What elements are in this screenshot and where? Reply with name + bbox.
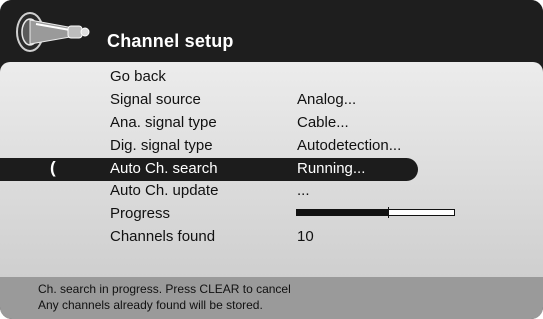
menu-item-label: Signal source [110, 91, 201, 108]
menu-item-label: Go back [110, 68, 166, 85]
help-footer: Ch. search in progress. Press CLEAR to c… [0, 277, 543, 319]
menu-item-label: Auto Ch. update [110, 182, 219, 199]
progress-bar [296, 207, 455, 218]
menu-item-auto-ch-search[interactable]: Auto Ch. search Running... [0, 158, 543, 180]
menu-item-label: Channels found [110, 228, 216, 245]
menu-item-value: ... [297, 182, 310, 199]
menu-item-value: Running... [297, 160, 366, 177]
menu-item-label: Progress [110, 205, 171, 222]
menu-item-label: Ana. signal type [110, 114, 217, 131]
menu-item-value: Autodetection... [297, 137, 402, 154]
menu-item-signal-source[interactable]: Signal source Analog... [0, 89, 543, 111]
menu-item-go-back[interactable]: Go back [0, 66, 543, 88]
menu-item-auto-ch-update[interactable]: Auto Ch. update ... [0, 180, 543, 202]
menu-item-ana-signal-type[interactable]: Ana. signal type Cable... [0, 112, 543, 134]
menu-item-value: Analog... [297, 91, 357, 108]
page-title: Channel setup [107, 31, 234, 51]
menu-item-value: 10 [297, 228, 314, 245]
menu-item-dig-signal-type[interactable]: Dig. signal type Autodetection... [0, 135, 543, 157]
menu-header: Channel setup [0, 0, 543, 62]
progress-bar-marker [388, 207, 389, 218]
tv-menu-screen: Channel setup ( Go back Signal source An… [0, 0, 543, 319]
progress-bar-fill [297, 210, 388, 215]
menu-item-channels-found: Channels found 10 [0, 226, 543, 248]
menu-item-progress: Progress [0, 203, 543, 225]
menu-item-value: Cable... [297, 114, 349, 131]
menu-item-label: Auto Ch. search [110, 160, 218, 177]
help-text-line: Any channels already found will be store… [38, 298, 263, 312]
help-text-line: Ch. search in progress. Press CLEAR to c… [38, 282, 291, 296]
satellite-dish-icon [16, 12, 90, 52]
menu-item-label: Dig. signal type [110, 137, 213, 154]
